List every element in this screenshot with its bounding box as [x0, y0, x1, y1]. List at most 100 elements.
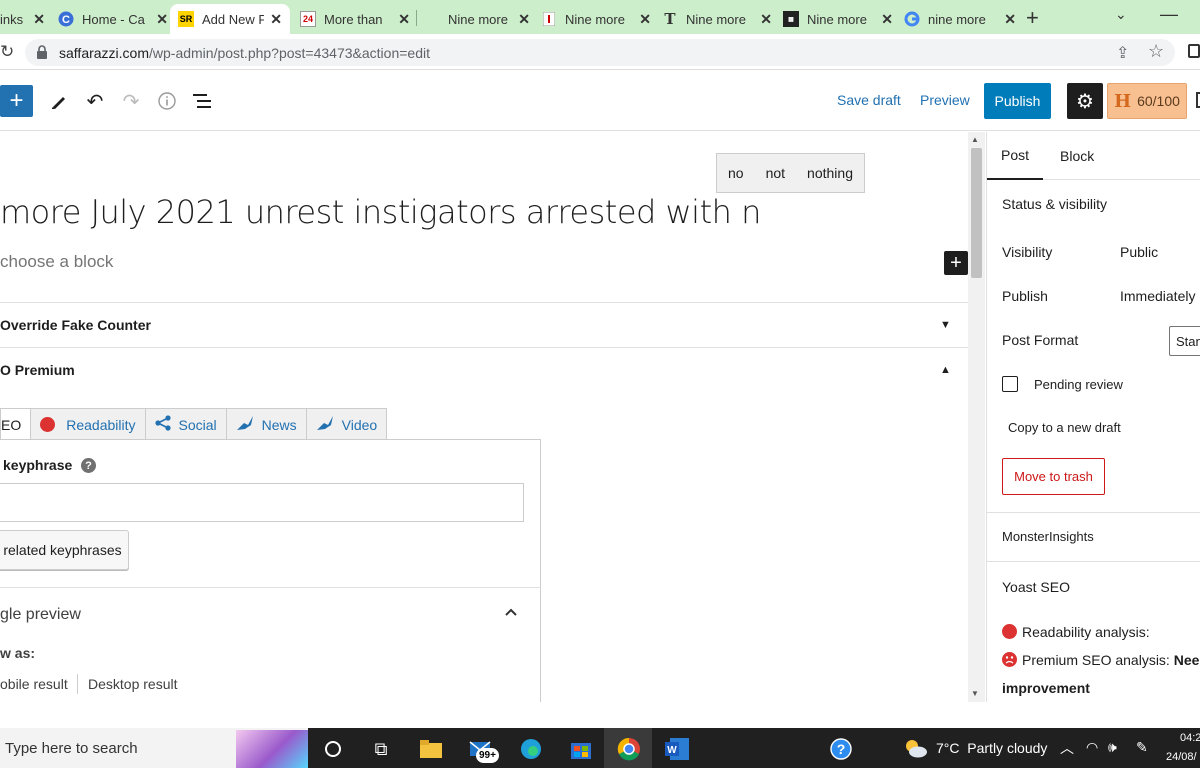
help-circle-icon[interactable]: ?: [826, 734, 856, 764]
seo-score-button[interactable]: H 60/100: [1107, 83, 1187, 119]
close-icon[interactable]: ✕: [270, 11, 282, 28]
panel-override-fake-counter[interactable]: Override Fake Counter ▼: [0, 302, 968, 347]
add-block-button[interactable]: +: [0, 85, 33, 117]
cortana-icon[interactable]: [318, 734, 348, 764]
undo-icon[interactable]: ↶: [82, 88, 108, 114]
wifi-icon[interactable]: ◠: [1086, 739, 1098, 756]
tab-readability[interactable]: Readability: [30, 408, 146, 440]
post-format-label: Post Format: [1002, 332, 1079, 348]
settings-gear-button[interactable]: ⚙: [1067, 83, 1103, 119]
lock-icon[interactable]: [36, 45, 48, 64]
monsterinsights-heading[interactable]: MonsterInsights: [1002, 529, 1094, 544]
close-icon[interactable]: ✕: [518, 11, 530, 28]
related-keyphrases-button[interactable]: related keyphrases: [0, 530, 129, 570]
sr-logo-icon: SR: [178, 11, 194, 27]
redo-icon[interactable]: ↷: [118, 88, 144, 114]
browser-tab[interactable]: T Nine more ✕: [662, 4, 772, 34]
file-explorer-icon[interactable]: [416, 734, 446, 764]
scroll-up-icon[interactable]: ▲: [971, 135, 979, 144]
browser-tab[interactable]: inks ✕: [0, 4, 45, 34]
desktop-result-radio[interactable]: Desktop result: [88, 676, 177, 692]
url-input[interactable]: saffarazzi.com/wp-admin/post.php?post=43…: [25, 39, 1175, 66]
browser-tab[interactable]: 24 More than ✕: [300, 4, 410, 34]
post-title[interactable]: more July 2021 unrest instigators arrest…: [0, 193, 761, 231]
copy-to-draft-link[interactable]: Copy to a new draft: [1008, 420, 1121, 435]
browser-tab[interactable]: Nine more ✕: [420, 4, 530, 34]
edit-pencil-icon[interactable]: [46, 88, 72, 114]
close-icon[interactable]: ✕: [639, 11, 651, 28]
suggestion-item[interactable]: no: [728, 165, 744, 181]
close-icon[interactable]: ✕: [881, 11, 893, 28]
info-icon[interactable]: [154, 88, 180, 114]
chevron-up-tray-icon[interactable]: ︿: [1060, 738, 1074, 758]
reload-icon[interactable]: ↻: [0, 42, 14, 62]
blank-icon: [424, 11, 440, 27]
google-preview-heading[interactable]: gle preview: [0, 606, 81, 624]
clock-date[interactable]: 24/08/: [1166, 751, 1197, 763]
list-view-icon[interactable]: [190, 88, 216, 114]
browser-tab[interactable]: C Home - Ca ✕: [58, 4, 168, 34]
panel-yoast-premium[interactable]: O Premium ▲: [0, 347, 968, 392]
weather-text[interactable]: 7°C Partly cloudy: [936, 740, 1047, 756]
tab-search-chevron-icon[interactable]: ⌄: [1115, 6, 1127, 23]
close-icon[interactable]: ✕: [33, 11, 45, 28]
publish-button[interactable]: Publish: [984, 83, 1051, 119]
tab-seo[interactable]: EO: [0, 408, 32, 440]
tab-label: Social: [178, 416, 217, 433]
publish-date-value[interactable]: Immediately: [1120, 288, 1195, 304]
readability-analysis-label[interactable]: Readability analysis:: [1022, 624, 1150, 640]
block-placeholder[interactable]: choose a block: [0, 252, 113, 272]
pen-icon[interactable]: ✎: [1136, 739, 1148, 756]
spell-suggestions: no not nothing: [716, 153, 865, 193]
premium-seo-analysis-label[interactable]: Premium SEO analysis: Nee: [1022, 652, 1199, 668]
post-format-select[interactable]: Stan: [1169, 326, 1200, 356]
visibility-value[interactable]: Public: [1120, 244, 1158, 260]
chrome-icon[interactable]: [614, 734, 644, 764]
close-icon[interactable]: ✕: [760, 11, 772, 28]
more-options-icon[interactable]: [1196, 92, 1200, 108]
browser-tab-active[interactable]: SR Add New P ✕: [170, 4, 290, 34]
store-icon[interactable]: [566, 734, 596, 764]
close-icon[interactable]: ✕: [156, 11, 168, 28]
browser-tab[interactable]: nine more ✕: [904, 4, 1016, 34]
focus-keyphrase-input[interactable]: [0, 483, 524, 522]
save-draft-button[interactable]: Save draft: [837, 92, 901, 108]
tab-video[interactable]: Video: [305, 408, 388, 440]
pending-review-label: Pending review: [1034, 377, 1123, 392]
edge-icon[interactable]: [516, 734, 546, 764]
chevron-up-icon[interactable]: [503, 604, 519, 625]
help-icon[interactable]: ?: [81, 458, 96, 473]
yoast-seo-heading[interactable]: Yoast SEO: [1002, 579, 1070, 595]
seo-score: 60/100: [1137, 93, 1180, 109]
clock-time[interactable]: 04:2: [1180, 732, 1200, 744]
bookmark-star-icon[interactable]: ☆: [1148, 41, 1164, 62]
word-icon[interactable]: W: [662, 734, 692, 764]
tab-news[interactable]: News: [225, 408, 307, 440]
status-visibility-heading[interactable]: Status & visibility: [1002, 196, 1107, 212]
preview-as-label: w as:: [0, 645, 36, 661]
inline-add-block-button[interactable]: +: [944, 251, 968, 275]
volume-icon[interactable]: 🕪: [1108, 739, 1117, 756]
browser-tab[interactable]: ▦ Nine more ✕: [783, 4, 893, 34]
tab-post[interactable]: Post: [987, 132, 1043, 180]
keyphrase-label: keyphrase: [3, 457, 73, 473]
close-icon[interactable]: ✕: [1004, 11, 1016, 28]
browser-tab[interactable]: Nine more ✕: [541, 4, 651, 34]
tab-block[interactable]: Block: [1060, 132, 1094, 180]
minimize-icon[interactable]: —: [1160, 4, 1178, 25]
share-icon[interactable]: ⇪: [1116, 43, 1129, 63]
mobile-result-radio[interactable]: obile result: [0, 676, 68, 692]
scrollbar-thumb[interactable]: [971, 148, 982, 278]
move-to-trash-button[interactable]: Move to trash: [1002, 458, 1105, 495]
task-view-icon[interactable]: ⧉: [366, 734, 396, 764]
scroll-down-icon[interactable]: ▼: [971, 689, 979, 698]
preview-button[interactable]: Preview: [920, 92, 970, 108]
pending-review-checkbox[interactable]: [1002, 376, 1018, 392]
new-tab-button[interactable]: +: [1026, 5, 1039, 31]
tab-social[interactable]: Social: [144, 408, 227, 440]
side-panel-icon[interactable]: [1188, 44, 1200, 58]
suggestion-item[interactable]: not: [766, 165, 785, 181]
panel-title: Override Fake Counter: [0, 317, 151, 333]
suggestion-item[interactable]: nothing: [807, 165, 853, 181]
close-icon[interactable]: ✕: [398, 11, 410, 28]
